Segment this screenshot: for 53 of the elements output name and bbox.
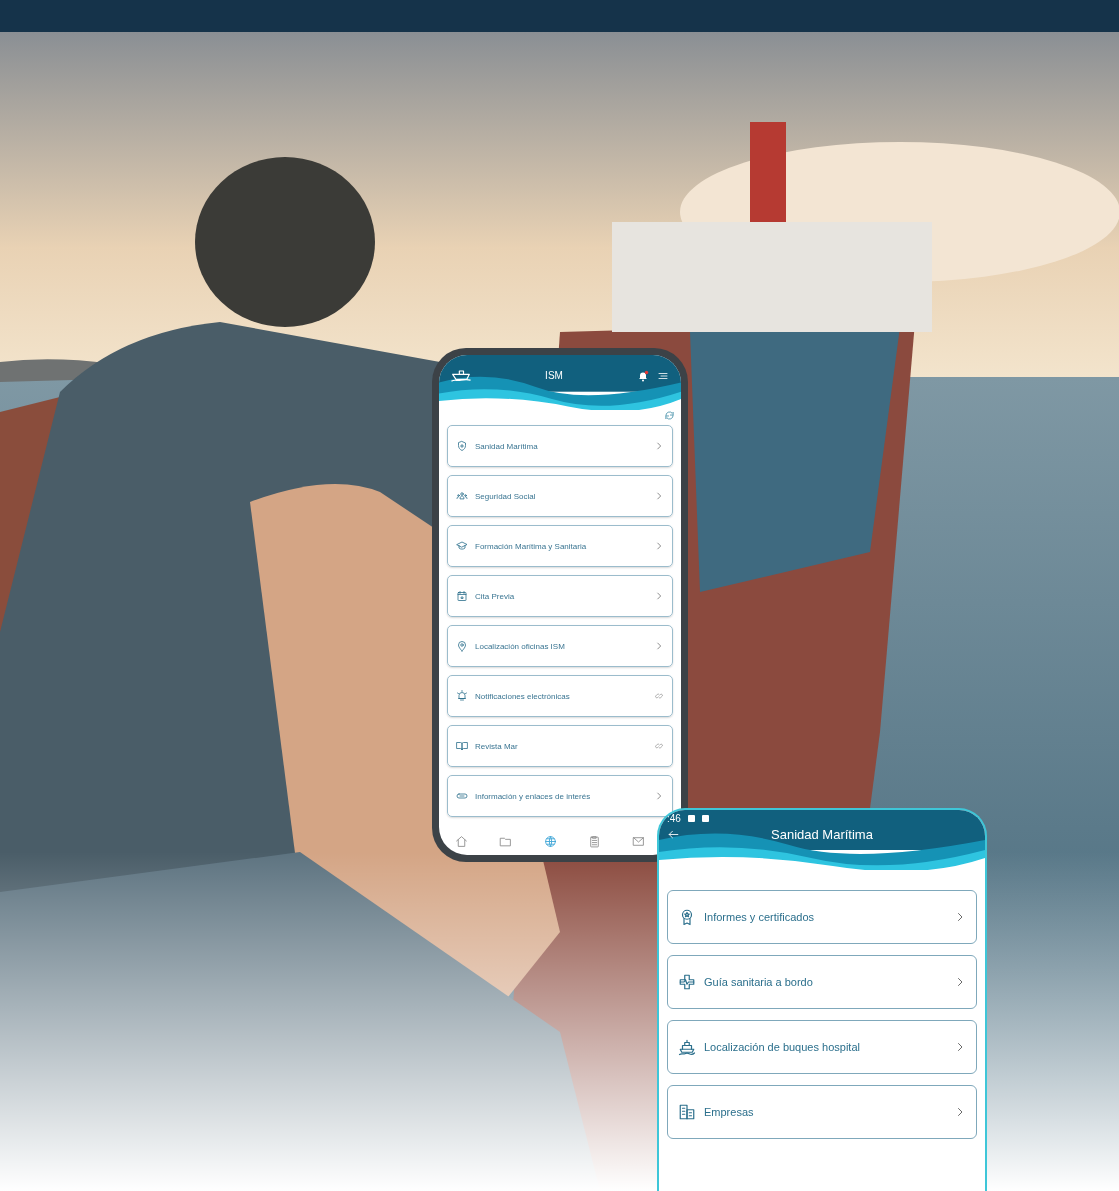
menu-label: Sanidad Marítima — [475, 441, 539, 451]
chevron-icon — [654, 641, 664, 651]
menu-label: Formación Marítima y Sanitaria — [475, 541, 588, 551]
chevron-icon — [654, 791, 664, 801]
menu-item[interactable]: Localización oficinas ISM — [447, 625, 673, 667]
chevron-icon — [654, 441, 664, 451]
menu-label: Información y enlaces de interés — [475, 791, 592, 801]
menu-item[interactable]: Formación Marítima y Sanitaria — [447, 525, 673, 567]
chevron-icon — [654, 491, 664, 501]
book-icon — [456, 740, 468, 752]
ship-icon — [678, 1038, 696, 1056]
medical-cross-icon — [678, 973, 696, 991]
chevron-icon — [654, 591, 664, 601]
building-icon — [678, 1103, 696, 1121]
menu-label: Cita Previa — [475, 591, 516, 601]
menu-item[interactable]: Guía sanitaria a bordo — [667, 955, 977, 1009]
menu-item[interactable]: Revista Mar — [447, 725, 673, 767]
bell-icon[interactable] — [637, 369, 649, 382]
menu-label: Guía sanitaria a bordo — [704, 976, 814, 988]
image-icon — [687, 814, 695, 822]
link-icon — [654, 741, 664, 751]
map-pin-icon — [456, 640, 468, 652]
menu-item[interactable]: Cita Previa — [447, 575, 673, 617]
shield-icon — [456, 440, 468, 452]
menu-label: Seguridad Social — [475, 491, 537, 501]
refresh-icon[interactable] — [664, 410, 675, 422]
home-icon[interactable] — [455, 834, 468, 848]
globe-icon[interactable] — [543, 834, 557, 848]
menu-item[interactable]: Seguridad Social — [447, 475, 673, 517]
menu-label: Informes y certificados — [704, 911, 816, 923]
menu-item[interactable]: Sanidad Marítima — [447, 425, 673, 467]
link-icon — [456, 790, 468, 802]
link-icon — [654, 691, 664, 701]
calendar-icon — [456, 590, 468, 602]
menu-item[interactable]: Informes y certificados — [667, 890, 977, 944]
notification-icon — [701, 814, 709, 822]
screen-title: Sanidad Marítima — [770, 826, 874, 842]
menu-label: Notificaciones electrónicas — [475, 691, 571, 701]
menu-label: Empresas — [704, 1106, 755, 1118]
chevron-icon — [654, 541, 664, 551]
menu-label: Revista Mar — [475, 741, 519, 751]
bell-icon — [456, 690, 468, 702]
menu-label: Localización de buques hospital — [704, 1041, 861, 1053]
clipboard-icon[interactable] — [587, 834, 601, 848]
menu-item[interactable]: Localización de buques hospital — [667, 1020, 977, 1074]
app-title: ISM — [544, 370, 564, 382]
graduation-cap-icon — [456, 540, 468, 552]
menu-label: Localización oficinas ISM — [475, 641, 566, 651]
ship-logo-icon — [451, 368, 471, 383]
menu-item[interactable]: Notificaciones electrónicas — [447, 675, 673, 717]
menu-item[interactable]: Empresas — [667, 1085, 977, 1139]
people-icon — [456, 490, 468, 502]
mail-icon[interactable] — [632, 834, 645, 848]
